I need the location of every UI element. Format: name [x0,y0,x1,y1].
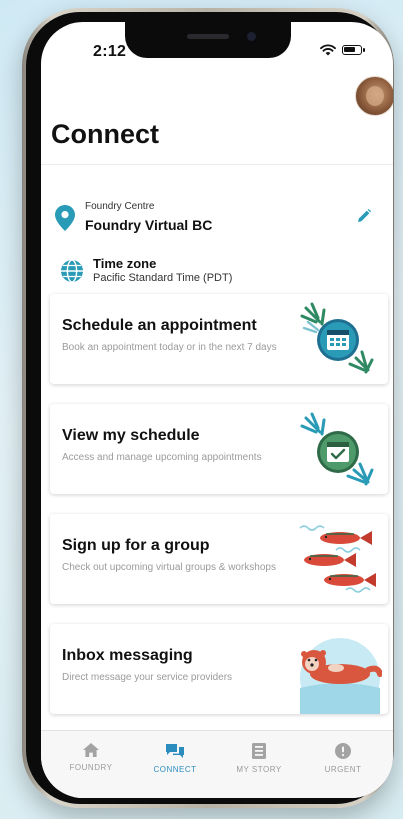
timezone-value: Pacific Standard Time (PDT) [93,272,233,284]
schedule-appointment-card[interactable]: Schedule an appointment Book an appointm… [50,294,388,384]
tab-urgent[interactable]: URGENT [307,731,379,798]
location-pin-icon [55,205,75,231]
home-icon [83,743,99,757]
tab-my-story[interactable]: MY STORY [223,731,295,798]
card-description: Direct message your service providers [62,672,233,683]
bottom-tab-bar: FOUNDRY CONNECT MY STORY URGENT [41,730,393,798]
edit-pencil-icon[interactable] [357,209,371,223]
calendar-check-icon [300,412,374,486]
card-description: Check out upcoming virtual groups & work… [62,562,276,573]
battery-tip [363,48,365,52]
inbox-messaging-card[interactable]: Inbox messaging Direct message your serv… [50,624,388,714]
alert-icon [335,743,351,759]
journal-icon [252,743,266,759]
app-screen: 2:12 Connect Foundry Centre Foundry Virt… [41,22,393,798]
salmon-illustration [299,525,376,593]
status-icons [320,44,365,56]
otter-illustration [300,638,382,714]
card-title: View my schedule [62,427,200,444]
tab-label: FOUNDRY [69,763,113,772]
card-title: Schedule an appointment [62,317,257,334]
page-title: Connect [51,119,159,149]
card-description: Book an appointment today or in the next… [62,342,277,353]
tab-label: MY STORY [236,765,282,774]
title-divider [41,164,393,165]
speaker [187,34,229,39]
battery-icon [342,45,362,55]
location-caption: Foundry Centre [85,201,155,212]
tab-connect[interactable]: CONNECT [139,731,211,798]
tab-label: URGENT [324,765,362,774]
card-description: Access and manage upcoming appointments [62,452,262,463]
timezone-label: Time zone [93,256,157,271]
globe-icon [61,259,83,283]
location-name: Foundry Virtual BC [85,217,213,233]
card-title: Sign up for a group [62,537,210,554]
profile-avatar[interactable] [355,76,393,116]
avatar-face [366,86,384,106]
tab-label: CONNECT [153,765,197,774]
front-camera [247,32,256,41]
group-signup-card[interactable]: Sign up for a group Check out upcoming v… [50,514,388,604]
phone-frame: 2:12 Connect Foundry Centre Foundry Virt… [22,8,394,808]
status-time: 2:12 [93,43,127,60]
calendar-icon [300,302,374,374]
view-schedule-card[interactable]: View my schedule Access and manage upcom… [50,404,388,494]
wifi-icon [320,44,336,56]
tab-foundry[interactable]: FOUNDRY [55,731,127,798]
phone-notch [125,22,291,58]
chat-bubbles-icon [166,744,184,758]
card-title: Inbox messaging [62,647,193,664]
